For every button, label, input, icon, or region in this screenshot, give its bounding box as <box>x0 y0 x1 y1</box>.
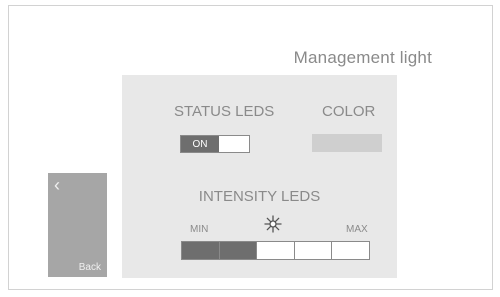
status-leds-label: STATUS LEDS <box>174 103 275 120</box>
back-button[interactable]: ‹ Back <box>48 173 107 277</box>
intensity-max-label: MAX <box>346 224 368 235</box>
toggle-on-label: ON <box>181 136 219 152</box>
back-label: Back <box>78 262 101 273</box>
sun-icon <box>264 215 282 233</box>
intensity-segment-2[interactable] <box>219 242 258 259</box>
intensity-segment-1[interactable] <box>182 242 220 259</box>
page-title: Management light <box>293 48 432 67</box>
intensity-segment-3[interactable] <box>257 242 295 259</box>
chevron-left-icon: ‹ <box>54 175 60 195</box>
color-swatch[interactable] <box>312 134 382 152</box>
intensity-segment-5[interactable] <box>332 242 369 259</box>
intensity-leds-label: INTENSITY LEDS <box>198 188 321 205</box>
intensity-min-label: MIN <box>190 224 209 235</box>
intensity-slider[interactable] <box>181 241 370 260</box>
status-leds-toggle[interactable]: ON <box>180 135 250 153</box>
intensity-segment-4[interactable] <box>294 242 333 259</box>
color-label: COLOR <box>322 103 376 120</box>
